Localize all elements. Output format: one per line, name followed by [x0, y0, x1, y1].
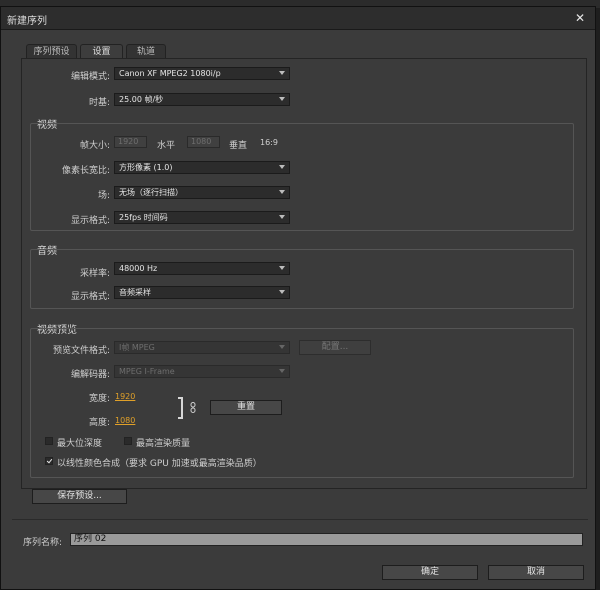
chevron-down-icon: [279, 71, 285, 75]
max-render-quality-checkbox[interactable]: [124, 437, 132, 445]
codec-label: 编解码器:: [70, 370, 110, 380]
max-render-quality-label: 最高渲染质量: [136, 439, 191, 449]
save-preset-button[interactable]: 保存预设...: [32, 489, 127, 504]
linear-color-label: 以线性颜色合成（要求 GPU 加速或最高渲染品质）: [57, 459, 262, 469]
video-group: [30, 123, 574, 231]
chevron-down-icon: [279, 97, 285, 101]
preview-file-format-label: 预览文件格式:: [52, 346, 110, 356]
chevron-down-icon: [279, 266, 285, 270]
chevron-down-icon: [279, 190, 285, 194]
sequence-name-label: 序列名称:: [23, 538, 63, 548]
aspect-ratio-text: 16:9: [260, 138, 278, 147]
divider: [12, 519, 588, 520]
chevron-down-icon: [279, 165, 285, 169]
width-value[interactable]: 1920: [115, 392, 135, 401]
reset-button[interactable]: 重置: [210, 400, 282, 415]
link-bracket: [178, 397, 183, 419]
chevron-down-icon: [279, 290, 285, 294]
width-label: 宽度:: [88, 394, 110, 404]
sequence-name-input[interactable]: 序列 02: [70, 533, 583, 546]
edit-mode-label: 编辑模式:: [70, 72, 110, 82]
ok-button[interactable]: 确定: [382, 565, 478, 580]
max-bit-depth-label: 最大位深度: [57, 439, 103, 449]
frame-width-field: 1920: [114, 136, 147, 148]
pixel-aspect-label: 像素长宽比:: [61, 166, 110, 176]
audio-display-format-dropdown[interactable]: 音频采样: [114, 286, 290, 299]
timebase-label: 时基:: [88, 98, 110, 108]
chevron-down-icon: [279, 369, 285, 373]
fields-value: 无场（逐行扫描）: [119, 188, 183, 197]
sample-rate-value: 48000 Hz: [119, 264, 158, 273]
cancel-button[interactable]: 取消: [488, 565, 584, 580]
max-bit-depth-checkbox[interactable]: [45, 437, 53, 445]
height-label: 高度:: [88, 418, 110, 428]
vertical-label: 垂直: [229, 141, 248, 151]
sample-rate-dropdown[interactable]: 48000 Hz: [114, 262, 290, 275]
tab-sequence-presets[interactable]: 序列预设: [26, 44, 77, 59]
chevron-down-icon: [279, 345, 285, 349]
fields-dropdown[interactable]: 无场（逐行扫描）: [114, 186, 290, 199]
audio-display-format-value: 音频采样: [119, 288, 151, 297]
fields-label: 场:: [97, 191, 110, 201]
chain-link-icon[interactable]: [190, 402, 196, 413]
video-display-format-dropdown[interactable]: 25fps 时间码: [114, 211, 290, 224]
close-icon[interactable]: ✕: [571, 10, 589, 26]
pixel-aspect-dropdown[interactable]: 方形像素 (1.0): [114, 161, 290, 174]
frame-size-label: 帧大小:: [79, 141, 110, 151]
tab-tracks[interactable]: 轨道: [126, 44, 166, 59]
audio-group: [30, 249, 574, 309]
horizontal-label: 水平: [157, 141, 176, 151]
video-display-format-value: 25fps 时间码: [119, 213, 168, 222]
timebase-value: 25.00 帧/秒: [119, 95, 164, 104]
edit-mode-value: Canon XF MPEG2 1080i/p: [119, 69, 221, 78]
configure-button[interactable]: 配置...: [299, 340, 371, 355]
chevron-down-icon: [279, 215, 285, 219]
window-title: 新建序列: [7, 16, 47, 27]
codec-value: MPEG I-Frame: [119, 367, 175, 376]
title-bar[interactable]: 新建序列 ✕: [1, 7, 595, 30]
pixel-aspect-value: 方形像素 (1.0): [119, 163, 173, 172]
video-display-format-label: 显示格式:: [70, 216, 110, 226]
preview-file-format-dropdown[interactable]: I帧 MPEG: [114, 341, 290, 354]
linear-color-checkbox[interactable]: [45, 457, 53, 465]
edit-mode-dropdown[interactable]: Canon XF MPEG2 1080i/p: [114, 67, 290, 80]
frame-height-field: 1080: [187, 136, 220, 148]
audio-display-format-label: 显示格式:: [70, 292, 110, 302]
timebase-dropdown[interactable]: 25.00 帧/秒: [114, 93, 290, 106]
height-value[interactable]: 1080: [115, 416, 135, 425]
preview-file-format-value: I帧 MPEG: [119, 343, 155, 352]
codec-dropdown[interactable]: MPEG I-Frame: [114, 365, 290, 378]
sample-rate-label: 采样率:: [79, 269, 110, 279]
